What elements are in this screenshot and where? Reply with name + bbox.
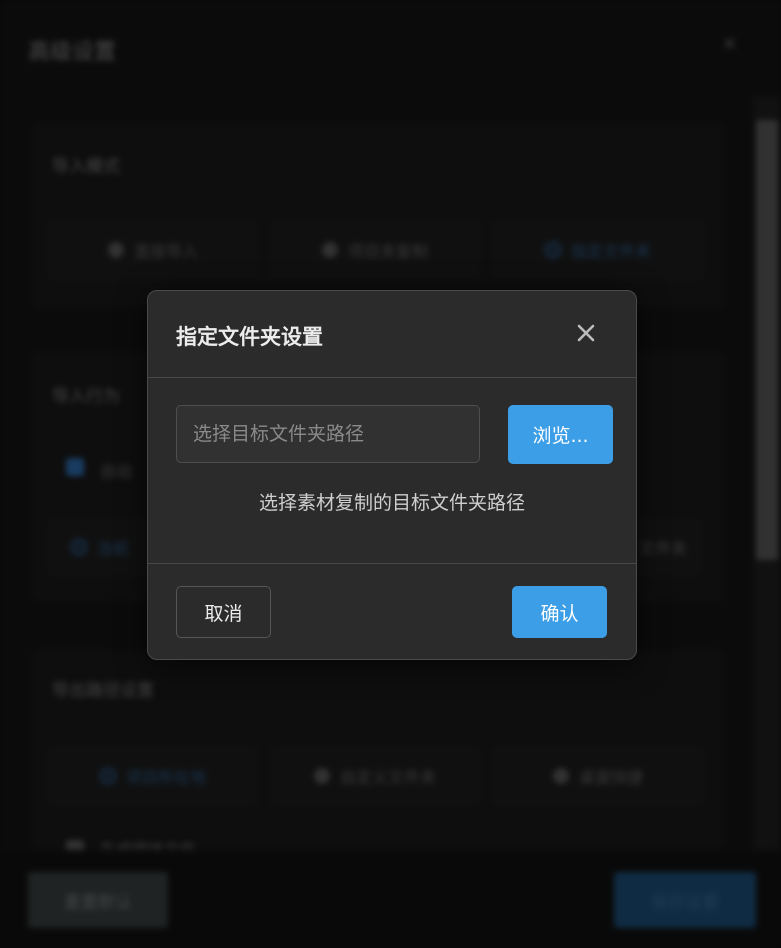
folder-path-input[interactable] (176, 405, 480, 463)
folder-settings-dialog: 指定文件夹设置 浏览... 选择素材复制的目标文件夹路径 取消 确认 (147, 290, 637, 660)
dialog-body: 浏览... 选择素材复制的目标文件夹路径 (148, 378, 636, 563)
close-icon[interactable] (574, 321, 598, 345)
cancel-button[interactable]: 取消 (176, 586, 271, 638)
confirm-button[interactable]: 确认 (512, 586, 607, 638)
dialog-header: 指定文件夹设置 (148, 291, 636, 378)
dialog-title: 指定文件夹设置 (176, 325, 323, 349)
dialog-footer: 取消 确认 (148, 563, 636, 659)
browse-button[interactable]: 浏览... (508, 405, 613, 464)
hint-text: 选择素材复制的目标文件夹路径 (258, 492, 525, 514)
